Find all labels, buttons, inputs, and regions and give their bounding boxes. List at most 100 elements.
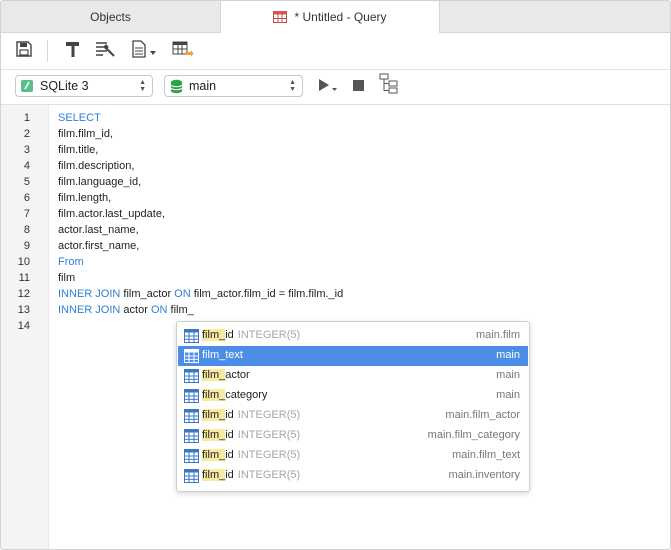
autocomplete-item-source: main.inventory <box>448 469 520 481</box>
play-icon <box>317 76 339 99</box>
sql-keyword: ON <box>150 304 168 316</box>
code-line[interactable]: film.length, <box>58 192 111 204</box>
format-icon <box>95 40 117 63</box>
sql-token: film_actor.film_id <box>193 288 276 300</box>
autocomplete-item[interactable]: film_id INTEGER(5) main.film <box>178 326 528 346</box>
sql-token: film_actor <box>123 288 172 300</box>
format-button[interactable] <box>95 41 117 61</box>
tab-untitled-query[interactable]: * Untitled - Query <box>220 1 440 33</box>
sql-token: film.length, <box>58 192 112 204</box>
match-highlight: film_ <box>202 449 226 461</box>
export-table-button[interactable] <box>172 41 194 61</box>
autocomplete-item-name: film_id INTEGER(5) <box>202 449 300 461</box>
line-number: 9 <box>23 240 30 252</box>
editor-toolbar <box>1 33 670 70</box>
autocomplete-item-source: main.film <box>475 329 520 341</box>
tab-objects-label: Objects <box>90 9 131 24</box>
code-line[interactable]: INNER JOIN film_actor ON film_actor.film… <box>58 288 343 300</box>
save-button[interactable] <box>15 40 33 63</box>
sql-token: actor <box>123 304 148 316</box>
build-button[interactable] <box>64 41 82 61</box>
autocomplete-item[interactable]: film_id INTEGER(5) main.film_text <box>178 446 528 466</box>
connection-toolbar: SQLite 3 ▲ ▼ main ▲ ▼ <box>1 70 670 105</box>
autocomplete-item[interactable]: film_actor main <box>178 366 528 386</box>
code-line[interactable]: film <box>58 272 75 284</box>
autocomplete-item-name: film_id INTEGER(5) <box>202 329 300 341</box>
table-grid-icon <box>184 329 199 346</box>
autocomplete-item-source: main.film_text <box>452 449 520 461</box>
line-number: 13 <box>17 304 30 316</box>
code-line[interactable]: actor.last_name, <box>58 224 139 236</box>
line-number: 10 <box>17 256 30 268</box>
sql-keyword: INNER <box>58 288 93 300</box>
autocomplete-item-name: film_actor <box>202 369 250 381</box>
save-icon <box>15 40 33 63</box>
autocomplete-item[interactable]: film_category main <box>178 386 528 406</box>
connection-select-label: SQLite 3 <box>40 79 89 93</box>
table-grid-icon <box>184 449 199 466</box>
autocomplete-item[interactable]: film_id INTEGER(5) main.film_category <box>178 426 528 446</box>
table-grid-icon <box>184 429 199 446</box>
line-number: 4 <box>23 160 30 172</box>
sql-token: film.description, <box>58 160 135 172</box>
autocomplete-item-source: main <box>496 369 520 381</box>
query-table-icon <box>273 10 288 24</box>
sql-keyword: JOIN <box>95 288 121 300</box>
database-select[interactable]: main ▲ ▼ <box>164 75 303 97</box>
match-highlight: film_ <box>202 329 226 341</box>
autocomplete-item-name: film_id INTEGER(5) <box>202 469 300 481</box>
code-line[interactable]: film.actor.last_update, <box>58 208 165 220</box>
table-grid-icon <box>184 389 199 406</box>
connection-select[interactable]: SQLite 3 ▲ ▼ <box>15 75 153 97</box>
match-highlight: film_ <box>202 369 226 381</box>
code-line[interactable]: actor.first_name, <box>58 240 139 252</box>
line-number: 14 <box>17 320 30 332</box>
autocomplete-item[interactable]: film_id INTEGER(5) main.film_actor <box>178 406 528 426</box>
autocomplete-item-source: main.film_category <box>427 429 520 441</box>
sql-keyword: From <box>58 256 84 268</box>
code-line[interactable]: SELECT <box>58 112 101 124</box>
code-line[interactable]: film.language_id, <box>58 176 141 188</box>
autocomplete-item-type: INTEGER(5) <box>237 409 301 421</box>
line-number: 5 <box>23 176 30 188</box>
autocomplete-item-rest: id <box>225 469 234 481</box>
explain-button[interactable] <box>379 73 401 96</box>
line-number: 12 <box>17 288 30 300</box>
line-number: 7 <box>23 208 30 220</box>
sql-token: film.language_id, <box>58 176 142 188</box>
line-number: 1 <box>23 112 30 124</box>
match-highlight: film_ <box>202 429 226 441</box>
database-select-label: main <box>189 79 217 93</box>
stop-button[interactable] <box>352 77 366 97</box>
code-line[interactable]: INNER JOIN actor ON film_ <box>58 304 194 316</box>
autocomplete-item-source: main <box>496 389 520 401</box>
tab-bar: Objects * Untitled - Query <box>1 1 670 33</box>
tab-objects[interactable]: Objects <box>1 1 220 32</box>
run-dropdown-button[interactable] <box>317 77 339 97</box>
select-arrows-icon: ▲ ▼ <box>289 79 296 93</box>
code-snippet-dropdown[interactable] <box>131 39 157 61</box>
autocomplete-item-source: main <box>496 349 520 361</box>
database-icon <box>170 79 183 94</box>
code-line[interactable]: From <box>58 256 84 268</box>
autocomplete-item-type: INTEGER(5) <box>237 449 301 461</box>
line-number: 2 <box>23 128 30 140</box>
code-line[interactable]: film.film_id, <box>58 128 113 140</box>
query-window: Objects * Untitled - Query SQLite 3 ▲ ▼ … <box>0 0 671 550</box>
code-line[interactable]: film.title, <box>58 144 98 156</box>
table-grid-icon <box>184 369 199 386</box>
sql-token: film_ <box>170 304 194 316</box>
line-number: 3 <box>23 144 30 156</box>
code-line[interactable]: film.description, <box>58 160 134 172</box>
autocomplete-item-name: film_id INTEGER(5) <box>202 429 300 441</box>
autocomplete-item[interactable]: film_id INTEGER(5) main.inventory <box>178 466 528 486</box>
autocomplete-item[interactable]: film_text main <box>178 346 528 366</box>
sql-token: film <box>58 272 76 284</box>
autocomplete-item-rest: category <box>225 389 268 401</box>
autocomplete-item-rest: text <box>225 349 243 361</box>
match-highlight: film_ <box>202 389 226 401</box>
match-highlight: film_ <box>202 409 226 421</box>
table-grid-icon <box>184 409 199 426</box>
table-grid-icon <box>184 469 199 486</box>
export-table-icon <box>172 39 194 64</box>
